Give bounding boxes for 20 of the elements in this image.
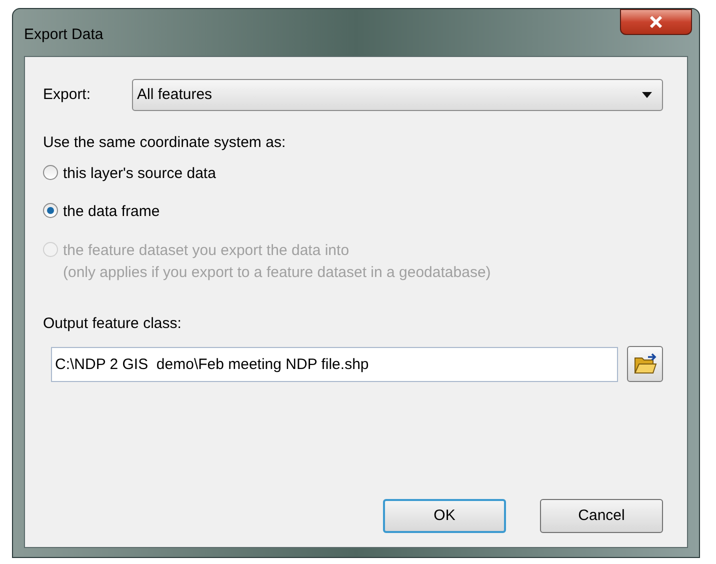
output-path-field[interactable]: C:\NDP 2 GIS demo\Feb meeting NDP file.shp <box>51 346 618 382</box>
export-dropdown[interactable]: All features <box>132 79 663 111</box>
radio-button[interactable] <box>43 203 58 218</box>
close-icon <box>649 16 663 28</box>
folder-icon <box>633 353 658 375</box>
radio-label: this layer's source data <box>63 164 216 184</box>
coordinate-system-label: Use the same coordinate system as: <box>43 133 287 153</box>
export-label: Export: <box>43 84 92 105</box>
radio-label: the data frame <box>63 202 160 222</box>
radio-button[interactable] <box>43 164 58 180</box>
radio-label: the feature dataset you export the data into <box>63 240 350 260</box>
window-title: Export Data <box>24 25 104 45</box>
output-label: Output feature class: <box>43 314 182 334</box>
ok-button[interactable]: OK <box>383 499 506 533</box>
browse-button[interactable] <box>627 346 663 382</box>
dropdown-value: All features <box>137 84 212 105</box>
cancel-button[interactable]: Cancel <box>540 499 663 533</box>
dropdown-arrow-icon <box>642 92 652 98</box>
close-button[interactable] <box>620 9 692 35</box>
radio-note: (only applies if you export to a feature dataset in a geodatabase) <box>63 263 491 283</box>
